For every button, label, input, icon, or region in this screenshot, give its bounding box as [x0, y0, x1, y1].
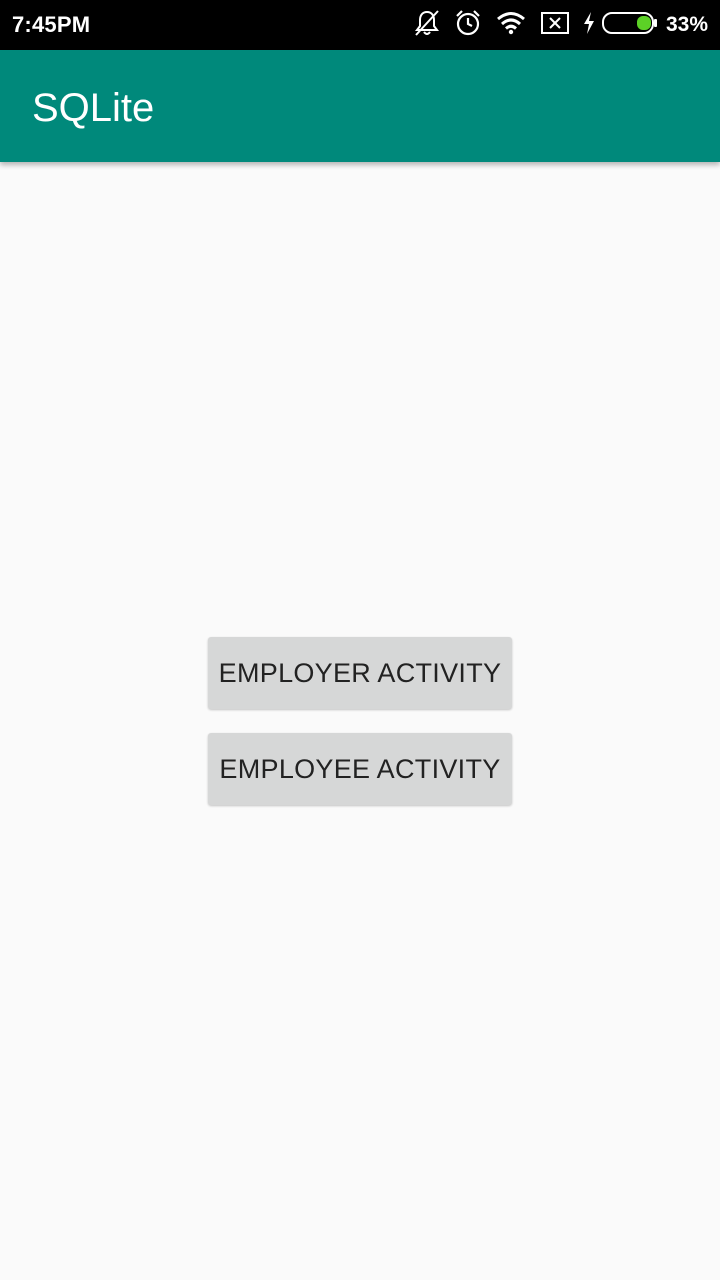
employee-activity-button[interactable]: EMPLOYEE ACTIVITY [208, 733, 512, 805]
status-bar: 7:45PM 33% [0, 0, 720, 50]
status-time: 7:45PM [12, 12, 91, 37]
status-icons: 33% [400, 8, 708, 42]
alarm-clock-icon [454, 9, 482, 42]
employer-activity-button[interactable]: EMPLOYER ACTIVITY [208, 637, 512, 709]
bell-off-icon [414, 9, 440, 42]
app-title: SQLite [32, 86, 155, 130]
battery-percent: 33% [665, 13, 708, 36]
app-screen: 7:45PM 33% SQLite EMPLOYER ACTIVITY EMPL… [0, 0, 720, 1280]
charging-bolt-icon [582, 11, 596, 40]
sim-none-icon [540, 11, 570, 40]
app-bar: SQLite [0, 50, 720, 162]
battery-icon [601, 11, 658, 40]
wifi-icon [496, 11, 526, 40]
